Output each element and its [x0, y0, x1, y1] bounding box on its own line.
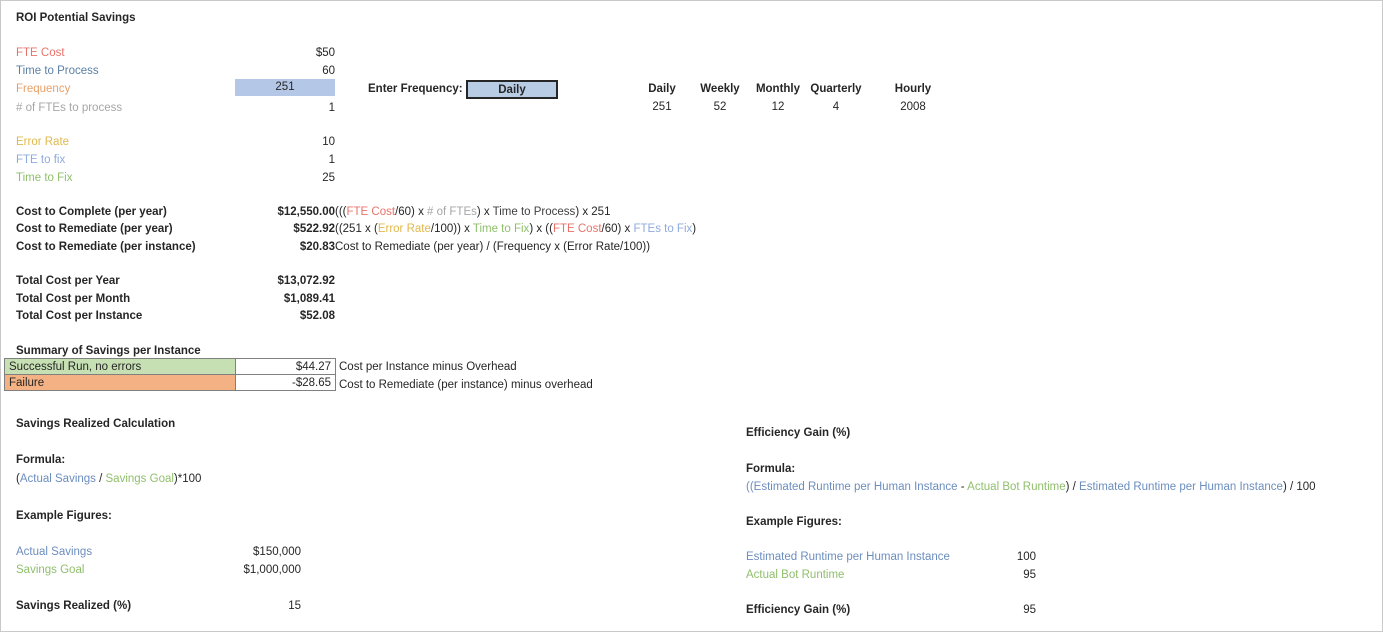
total-value-per-year: $13,072.92	[277, 275, 335, 287]
efficiency-example-label-bot: Actual Bot Runtime	[746, 569, 845, 581]
summary-note-failure: Cost to Remediate (per instance) minus o…	[339, 379, 593, 391]
table-row: Failure -$28.65	[4, 374, 336, 391]
cost-label-complete-per-year: Cost to Complete (per year)	[16, 206, 167, 218]
frequency-value-hourly: 2008	[900, 101, 926, 113]
frequency-prompt-label: Enter Frequency:	[368, 83, 463, 95]
cost-value-remediate-per-instance: $20.83	[299, 241, 335, 253]
efficiency-example-value-human: 100	[1016, 551, 1036, 563]
efficiency-formula-label: Formula:	[746, 463, 796, 475]
summary-note-success: Cost per Instance minus Overhead	[339, 361, 517, 373]
total-label-per-instance: Total Cost per Instance	[16, 310, 143, 322]
frequency-value-weekly: 52	[713, 101, 727, 113]
savings-result-value: 15	[288, 600, 301, 612]
cost-value-complete-per-year: $12,550.00	[277, 206, 335, 218]
input-label-error-rate: Error Rate	[16, 136, 70, 148]
savings-example-value-actual: $150,000	[253, 546, 301, 558]
input-value-time-to-process[interactable]: 60	[235, 65, 335, 77]
input-value-num-ftes[interactable]: 1	[235, 102, 335, 114]
input-label-time-to-fix: Time to Fix	[16, 172, 73, 184]
frequency-dropdown[interactable]: Daily	[466, 80, 558, 99]
summary-label-failure: Failure	[4, 374, 236, 391]
input-label-num-ftes: # of FTEs to process	[16, 102, 123, 114]
efficiency-result-value: 95	[1023, 604, 1036, 616]
input-label-fte-cost: FTE Cost	[16, 47, 65, 59]
input-value-time-to-fix[interactable]: 25	[235, 172, 335, 184]
summary-value-failure: -$28.65	[235, 374, 336, 391]
savings-example-value-goal: $1,000,000	[243, 564, 301, 576]
frequency-header-weekly: Weekly	[700, 83, 740, 95]
input-label-fte-to-fix: FTE to fix	[16, 154, 66, 166]
efficiency-formula-text: ((Estimated Runtime per Human Instance -…	[746, 481, 1316, 493]
efficiency-examples-label: Example Figures:	[746, 516, 842, 528]
summary-value-success: $44.27	[235, 358, 336, 375]
cost-label-remediate-per-instance: Cost to Remediate (per instance)	[16, 241, 196, 253]
savings-formula-text: (Actual Savings / Savings Goal)*100	[16, 473, 202, 485]
frequency-header-monthly: Monthly	[755, 83, 801, 95]
table-row: Successful Run, no errors $44.27	[4, 358, 336, 375]
efficiency-section-heading: Efficiency Gain (%)	[746, 427, 851, 439]
input-label-time-to-process: Time to Process	[16, 65, 99, 77]
cost-label-remediate-per-year: Cost to Remediate (per year)	[16, 223, 173, 235]
input-label-frequency: Frequency	[16, 83, 71, 95]
input-value-error-rate[interactable]: 10	[235, 136, 335, 148]
cost-formula-remediate-per-year: ((251 x (Error Rate/100)) x Time to Fix)…	[335, 223, 697, 235]
frequency-header-quarterly: Quarterly	[810, 83, 862, 95]
summary-table: Successful Run, no errors $44.27 Failure…	[4, 358, 336, 391]
frequency-value-daily: 251	[652, 101, 672, 113]
summary-label-success: Successful Run, no errors	[4, 358, 236, 375]
total-label-per-year: Total Cost per Year	[16, 275, 120, 287]
cost-value-remediate-per-year: $522.92	[293, 223, 335, 235]
roi-savings-worksheet: ROI Potential Savings FTE Cost $50 Time …	[0, 0, 1383, 632]
savings-result-label: Savings Realized (%)	[16, 600, 132, 612]
frequency-value-monthly: 12	[771, 101, 785, 113]
efficiency-example-label-human: Estimated Runtime per Human Instance	[746, 551, 950, 563]
input-value-fte-cost[interactable]: $50	[235, 47, 335, 59]
frequency-header-daily: Daily	[648, 83, 676, 95]
total-value-per-instance: $52.08	[299, 310, 335, 322]
cost-formula-remediate-per-instance: Cost to Remediate (per year) / (Frequenc…	[335, 241, 651, 253]
total-value-per-month: $1,089.41	[283, 293, 335, 305]
input-value-frequency[interactable]: 251	[235, 79, 335, 96]
efficiency-result-label: Efficiency Gain (%)	[746, 604, 851, 616]
savings-example-label-actual: Actual Savings	[16, 546, 93, 558]
efficiency-example-value-bot: 95	[1023, 569, 1036, 581]
page-title: ROI Potential Savings	[16, 12, 136, 24]
savings-section-heading: Savings Realized Calculation	[16, 418, 176, 430]
input-value-fte-to-fix[interactable]: 1	[235, 154, 335, 166]
summary-heading: Summary of Savings per Instance	[16, 345, 201, 357]
cost-formula-complete-per-year: (((FTE Cost/60) x # of FTEs) x Time to P…	[335, 206, 611, 218]
frequency-header-hourly: Hourly	[894, 83, 932, 95]
savings-examples-label: Example Figures:	[16, 510, 112, 522]
total-label-per-month: Total Cost per Month	[16, 293, 131, 305]
frequency-value-quarterly: 4	[832, 101, 840, 113]
savings-formula-label: Formula:	[16, 454, 66, 466]
savings-example-label-goal: Savings Goal	[16, 564, 85, 576]
